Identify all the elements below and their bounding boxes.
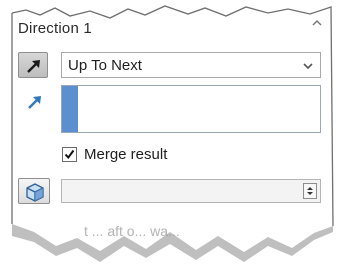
- merge-result-label: Merge result: [84, 146, 168, 163]
- reverse-direction-icon: [27, 60, 40, 73]
- merge-result-checkbox[interactable]: [62, 147, 77, 162]
- checkmark-icon: [64, 149, 75, 160]
- selection-accent-bar: [62, 86, 78, 132]
- end-condition-dropdown[interactable]: Up To Next: [61, 52, 321, 78]
- groupbox-title: Direction 1: [18, 20, 92, 37]
- reverse-direction-button[interactable]: [18, 52, 48, 78]
- direction-arrow-icon: [28, 96, 41, 109]
- feature-manager-panel: Direction 1 Up To Next Merge result t ..…: [0, 0, 345, 269]
- direction-1-groupbox: Direction 1 Up To Next Merge result t ..…: [0, 0, 345, 269]
- chevron-down-icon: [303, 63, 313, 70]
- bodies-spin-input[interactable]: [61, 179, 321, 203]
- faded-footer-text: t ... aft o... wa...: [84, 223, 180, 239]
- end-condition-value: Up To Next: [68, 57, 142, 74]
- direction-reference-selection-box[interactable]: [61, 85, 321, 133]
- chevron-up-icon[interactable]: [311, 18, 323, 28]
- solid-body-icon: [26, 183, 44, 202]
- spinner-icon[interactable]: [303, 183, 317, 199]
- bodies-to-affect-button[interactable]: [18, 178, 50, 204]
